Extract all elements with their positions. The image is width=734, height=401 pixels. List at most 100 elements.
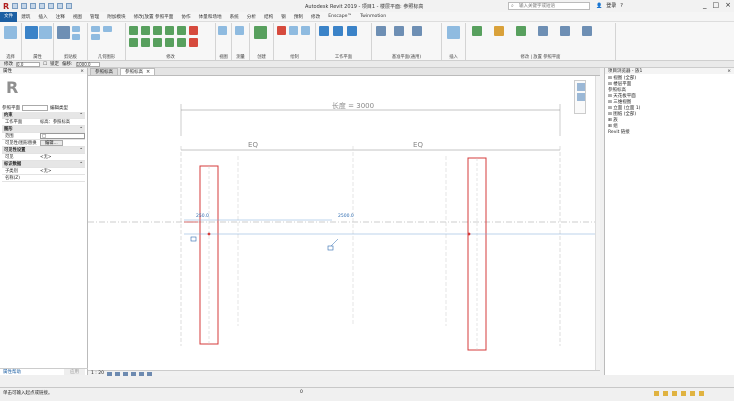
type-properties-icon[interactable]: [39, 26, 52, 39]
offset-icon[interactable]: [141, 26, 150, 35]
family-types-icon[interactable]: [494, 26, 504, 36]
tab-file[interactable]: 文件: [0, 11, 18, 22]
category-constraints[interactable]: 约束 ⌃: [2, 112, 85, 119]
ref-plane-icon[interactable]: [376, 26, 386, 36]
tab-steel[interactable]: 钢: [277, 14, 290, 20]
type-dropdown[interactable]: [22, 104, 48, 111]
join-icon[interactable]: [103, 26, 112, 32]
close-button[interactable]: ×: [725, 1, 731, 9]
tab-collaborate[interactable]: 协作: [177, 14, 194, 20]
search-input[interactable]: ⌕ 输入关键字或短语: [508, 2, 590, 10]
selection-underlay-icon[interactable]: [663, 391, 668, 396]
family-category-icon[interactable]: [472, 26, 482, 36]
scale-icon[interactable]: [177, 38, 186, 47]
lock-checkbox[interactable]: ☐: [43, 62, 47, 67]
view-scale[interactable]: 1 : 20: [91, 371, 104, 376]
properties-close-icon[interactable]: ×: [80, 69, 84, 74]
text-icon[interactable]: [57, 3, 64, 9]
load-close-icon[interactable]: [560, 26, 570, 36]
trim-icon[interactable]: [189, 26, 198, 35]
family-editor-icon[interactable]: [582, 26, 592, 36]
measure-tool-icon[interactable]: [235, 26, 244, 35]
load-into-project-icon[interactable]: [538, 26, 548, 36]
tab-twinmotion[interactable]: Twinmotion: [356, 14, 390, 19]
temp-dim-mid[interactable]: 2500.0: [338, 213, 354, 219]
open-icon[interactable]: [12, 3, 19, 9]
sign-in-link[interactable]: 登录: [606, 2, 616, 9]
lock-icon[interactable]: [327, 245, 334, 251]
tab-fabrication[interactable]: 预制: [290, 14, 307, 20]
rotate-icon[interactable]: [153, 38, 162, 47]
tab-view-2[interactable]: 参照标高 ×: [120, 68, 156, 75]
temporary-hide-icon[interactable]: [146, 371, 152, 376]
tree-item[interactable]: Revit 链接: [608, 130, 731, 136]
apply-button[interactable]: 应用: [64, 369, 85, 375]
filter-icon[interactable]: [699, 391, 704, 396]
tab-analyze[interactable]: 分析: [243, 14, 260, 20]
copy-icon[interactable]: [72, 34, 80, 40]
sync-icon[interactable]: [66, 3, 73, 9]
steering-wheel-icon[interactable]: [577, 83, 585, 91]
mirror-draw-icon[interactable]: [165, 26, 174, 35]
cope-icon[interactable]: [91, 26, 100, 32]
undo-icon[interactable]: [30, 3, 37, 9]
sun-path-icon[interactable]: [122, 371, 128, 376]
load-family-icon[interactable]: [447, 26, 460, 39]
tab-annotate[interactable]: 注释: [52, 14, 69, 20]
options-value-input[interactable]: 0.0: [16, 61, 40, 67]
category-visibility[interactable]: 可见性设置 ⌃: [2, 147, 85, 154]
temp-dim-small[interactable]: 250.0: [196, 213, 209, 219]
offset-input[interactable]: 1000.0: [75, 61, 100, 67]
tab-modify-ref-plane[interactable]: 修改|放置 参照平面: [130, 14, 178, 20]
tab-structure[interactable]: 结构: [260, 14, 277, 20]
align-icon[interactable]: [129, 26, 138, 35]
split-icon[interactable]: [177, 26, 186, 35]
show-workplane-icon[interactable]: [333, 26, 343, 36]
move-icon[interactable]: [129, 38, 138, 47]
paste-icon[interactable]: [57, 26, 70, 39]
property-value[interactable]: 标高：参照标高: [40, 119, 85, 125]
drawing-canvas[interactable]: 长度 = 3000 EQ EQ 250.0 2500.0: [88, 76, 600, 370]
zoom-icon[interactable]: [577, 93, 585, 101]
line-draw-icon[interactable]: [289, 26, 298, 35]
tab-systems[interactable]: 系统: [226, 14, 243, 20]
edit-type-button[interactable]: 编辑类型: [50, 105, 68, 111]
category-graphics[interactable]: 图形 ⌃: [2, 126, 85, 133]
save-icon[interactable]: [21, 3, 28, 9]
delete-icon[interactable]: [189, 38, 198, 47]
cut-geometry-icon[interactable]: [91, 34, 100, 40]
ref-line-icon[interactable]: [394, 26, 404, 36]
user-icon[interactable]: 👤: [596, 3, 602, 9]
copy-element-icon[interactable]: [141, 38, 150, 47]
right-snap-point[interactable]: [467, 232, 471, 236]
range-field[interactable]: □: [40, 133, 85, 139]
property-value[interactable]: <无>: [40, 168, 85, 174]
property-value[interactable]: <无>: [40, 154, 85, 160]
properties-help-link[interactable]: 属性帮助: [3, 369, 21, 375]
tab-enscape[interactable]: Enscape™: [324, 14, 356, 19]
tab-addins[interactable]: 附加模块: [103, 14, 129, 20]
dim-total-label[interactable]: 长度 = 3000: [332, 101, 374, 110]
tab-modify[interactable]: 修改: [307, 14, 324, 20]
tab-insert[interactable]: 插入: [34, 14, 51, 20]
cut-icon[interactable]: [72, 26, 80, 32]
help-icon[interactable]: ?: [620, 3, 623, 9]
close-tab-icon[interactable]: ×: [146, 69, 150, 75]
mirror-axis-icon[interactable]: [153, 26, 162, 35]
properties-icon[interactable]: [25, 26, 38, 39]
measure-icon[interactable]: [48, 3, 55, 9]
project-browser-close-icon[interactable]: ×: [727, 69, 731, 74]
redo-icon[interactable]: [39, 3, 46, 9]
tab-manage[interactable]: 管理: [86, 14, 103, 20]
detail-level-icon[interactable]: [106, 371, 112, 376]
type-selector[interactable]: 参照平面 编辑类型: [2, 104, 85, 111]
drag-element-icon[interactable]: [690, 391, 695, 396]
edit-visibility-button[interactable]: 编辑...: [40, 140, 63, 146]
shadows-icon[interactable]: [130, 371, 136, 376]
selection-face-icon[interactable]: [681, 391, 686, 396]
revit-logo[interactable]: R: [3, 2, 9, 11]
selection-pinned-icon[interactable]: [672, 391, 677, 396]
category-identity[interactable]: 标识数据 ⌃: [2, 161, 85, 168]
canvas-scrollbar[interactable]: [595, 76, 600, 370]
viewer-icon[interactable]: [347, 26, 357, 36]
